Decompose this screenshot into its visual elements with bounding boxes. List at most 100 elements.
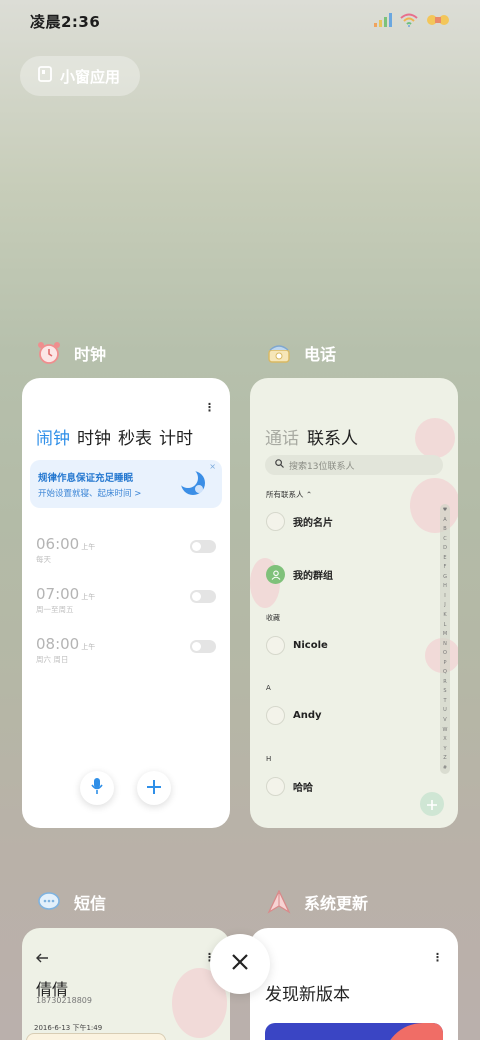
alarm-toggle[interactable] <box>190 540 216 553</box>
sms-app-card[interactable]: ⋮ 倩倩 18730218809 2016-6-13 下午1:49 <box>22 928 230 1040</box>
tab-calls[interactable]: 通话 <box>265 424 299 449</box>
index-letter[interactable]: G <box>443 574 447 580</box>
clock-more-icon[interactable]: ⋮ <box>204 402 215 413</box>
index-letter[interactable]: N <box>443 641 447 647</box>
sms-date: 2016-6-13 下午1:49 <box>34 1024 103 1032</box>
index-letter[interactable]: E <box>443 555 446 561</box>
tab-contacts[interactable]: 联系人 <box>307 424 358 449</box>
promo-close-icon[interactable]: × <box>209 462 216 471</box>
index-letter[interactable]: Z <box>443 755 446 761</box>
alarm-row[interactable]: 06:00 上午 每天 <box>36 534 216 568</box>
voice-alarm-button[interactable] <box>80 771 114 805</box>
index-letter[interactable]: B <box>443 526 446 532</box>
contact-item[interactable]: Nicole <box>266 636 328 655</box>
paper-plane-icon <box>266 889 292 915</box>
avatar <box>266 777 285 796</box>
alarm-toggle[interactable] <box>190 640 216 653</box>
signal-icon <box>374 12 392 31</box>
index-letter[interactable]: ♥ <box>443 507 447 513</box>
clear-all-button[interactable] <box>210 934 270 994</box>
small-window-label: 小窗应用 <box>60 67 121 86</box>
index-letter[interactable]: K <box>443 612 446 618</box>
blossom-decoration <box>415 418 455 458</box>
back-arrow-icon[interactable] <box>36 948 48 967</box>
tab-alarm[interactable]: 闹钟 <box>36 424 70 449</box>
alarm-days: 每天 <box>36 555 51 564</box>
phone-icon <box>266 340 292 366</box>
index-letter[interactable]: H <box>443 583 447 589</box>
contact-name: Nicole <box>293 640 328 651</box>
sleep-promo-banner[interactable]: 规律作息保证充足睡眠 开始设置就寝、起床时间 > × <box>30 460 222 508</box>
contact-item[interactable]: Andy <box>266 706 322 725</box>
alarm-ampm: 上午 <box>81 593 96 601</box>
tab-clock[interactable]: 时钟 <box>77 424 111 449</box>
phone-tabs: 通话 联系人 <box>265 424 358 449</box>
alarm-days: 周六 周日 <box>36 655 69 664</box>
index-letter[interactable]: L <box>444 622 447 628</box>
index-letter[interactable]: J <box>444 602 445 608</box>
index-letter[interactable]: P <box>443 660 446 666</box>
alarm-row[interactable]: 07:00 上午 周一至周五 <box>36 584 216 618</box>
all-contacts-filter[interactable]: 所有联系人 ⌃ <box>266 489 312 500</box>
clock-tabs: 闹钟 时钟 秒表 计时 <box>36 424 193 449</box>
phone-app-name: 电话 <box>304 345 337 364</box>
small-window-icon <box>38 66 52 86</box>
index-letter[interactable]: S <box>443 688 446 694</box>
phone-app-header[interactable]: 电话 <box>266 340 336 366</box>
add-contact-button[interactable] <box>420 792 444 816</box>
update-app-card[interactable]: ⋮ 发现新版本 <box>250 928 458 1040</box>
alarm-row[interactable]: 08:00 上午 周六 周日 <box>36 634 216 668</box>
tab-timer[interactable]: 计时 <box>159 424 193 449</box>
my-groups-item[interactable]: 我的群组 <box>266 565 333 584</box>
promo-subtitle: 开始设置就寝、起床时间 > <box>38 489 142 499</box>
sms-app-header[interactable]: 短信 <box>36 889 106 915</box>
microphone-icon <box>90 778 104 798</box>
index-letter[interactable]: M <box>443 631 447 637</box>
message-bubble <box>26 1033 166 1040</box>
search-placeholder: 搜索13位联系人 <box>289 461 355 472</box>
alphabet-index-bar[interactable]: ♥ A B C D E F G H I J K L M N O P Q R S T U V W X Y Z # <box>440 504 450 774</box>
contact-name: 哈哈 <box>293 783 313 794</box>
index-letter[interactable]: Y <box>443 746 446 752</box>
contacts-search-input[interactable]: 搜索13位联系人 <box>265 455 443 475</box>
phone-app-card[interactable]: 通话 联系人 搜索13位联系人 所有联系人 ⌃ 我的名片 我的群组 收藏 Nic… <box>250 378 458 828</box>
blossom-decoration <box>410 478 458 533</box>
update-more-icon[interactable]: ⋮ <box>432 952 443 963</box>
index-letter[interactable]: Q <box>443 669 447 675</box>
index-letter[interactable]: U <box>443 707 447 713</box>
my-card-item[interactable]: 我的名片 <box>266 512 333 531</box>
index-letter[interactable]: A <box>443 517 446 523</box>
tab-stopwatch[interactable]: 秒表 <box>118 424 152 449</box>
clock-app-header[interactable]: 时钟 <box>36 340 106 366</box>
sms-app-name: 短信 <box>74 894 107 913</box>
index-letter[interactable]: I <box>444 593 445 599</box>
message-bubble-icon <box>36 889 62 915</box>
avatar <box>266 636 285 655</box>
index-letter[interactable]: F <box>444 564 447 570</box>
avatar <box>266 706 285 725</box>
index-letter[interactable]: O <box>443 650 447 656</box>
battery-icon <box>426 12 450 31</box>
index-letter[interactable]: V <box>443 717 446 723</box>
section-letter: H <box>266 755 272 763</box>
index-letter[interactable]: R <box>443 679 446 685</box>
clock-app-card[interactable]: ⋮ 闹钟 时钟 秒表 计时 规律作息保证充足睡眠 开始设置就寝、起床时间 > ×… <box>22 378 230 828</box>
small-window-apps-button[interactable]: 小窗应用 <box>20 56 140 96</box>
section-letter: A <box>266 684 271 692</box>
index-letter[interactable]: # <box>443 765 447 771</box>
index-letter[interactable]: W <box>443 727 448 733</box>
update-app-header[interactable]: 系统更新 <box>266 889 368 915</box>
alarm-toggle[interactable] <box>190 590 216 603</box>
index-letter[interactable]: X <box>443 736 446 742</box>
alarm-time: 07:00 <box>36 585 80 603</box>
avatar <box>266 512 285 531</box>
close-icon <box>231 953 249 975</box>
contact-item[interactable]: 哈哈 <box>266 777 313 796</box>
index-letter[interactable]: D <box>443 545 447 551</box>
add-alarm-button[interactable] <box>137 771 171 805</box>
index-letter[interactable]: C <box>443 536 447 542</box>
alarm-time: 06:00 <box>36 535 80 553</box>
moon-icon <box>178 468 208 502</box>
index-letter[interactable]: T <box>443 698 446 704</box>
update-banner <box>265 1023 443 1040</box>
